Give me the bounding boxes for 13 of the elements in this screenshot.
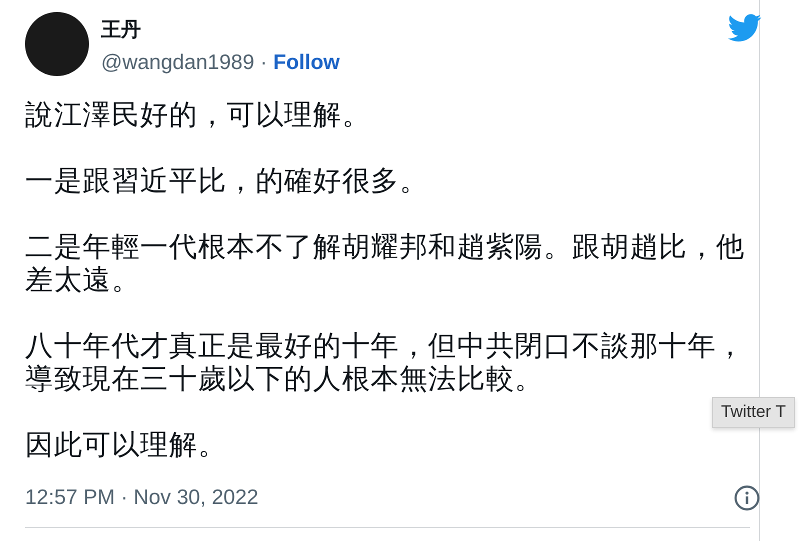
timestamp[interactable]: 12:57 PM · Nov 30, 2022 [25,486,258,510]
tweet-paragraph: 八十年代才真正是最好的十年，但中共閉口不談那十年，導致現在三十歲以下的人根本無法比較。 [25,329,746,395]
author-name[interactable]: 王丹 [101,16,728,43]
author-handle[interactable]: @wangdan1989 [101,51,254,75]
tweet-paragraph: 說江澤民好的，可以理解。 [25,98,372,131]
follow-link[interactable]: Follow [273,51,340,75]
tweet-paragraph: 因此可以理解。 [25,428,228,461]
tweet-paragraph: 二是年輕一代根本不了解胡耀邦和趙紫陽。跟胡趙比，他差太遠。 [25,230,746,296]
separator: · [260,51,268,75]
tweet-paragraph: 一是跟習近平比，的確好很多。 [25,164,430,197]
info-icon[interactable] [734,485,760,511]
tooltip: Twitter T [712,397,795,428]
bird-icon[interactable] [728,14,762,42]
